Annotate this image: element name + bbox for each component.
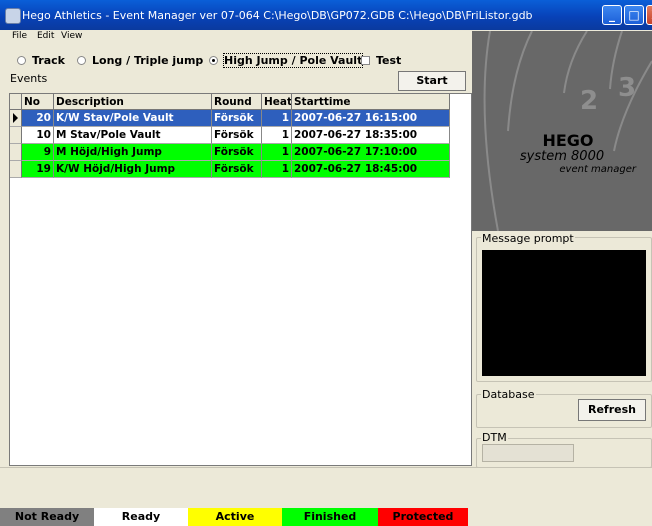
maximize-icon: □ [628,8,640,22]
window-title: Hego Athletics - Event Manager ver 07-06… [22,9,533,22]
option-long-triple[interactable]: Long / Triple jump [77,52,203,68]
column-header-description[interactable]: Description [54,94,212,110]
events-label: Events [10,72,48,85]
status-legend-active: Active [188,508,282,526]
cell-starttime: 2007-06-27 16:15:00 [292,110,450,127]
table-row[interactable]: 9M Höjd/High Jump Försök 1 2007-06-27 17:10… [10,144,450,161]
cell-round: Försök [212,144,262,161]
row-indicator[interactable] [10,144,22,161]
cell-description: K/W Höjd/High Jump [54,161,212,178]
status-legend-ready: Ready [94,508,188,526]
high-pole-radio[interactable] [209,55,218,65]
cell-round: Försök [212,127,262,144]
logo-brand: HEGO [542,131,594,150]
cell-starttime: 2007-06-27 18:35:00 [292,127,450,144]
option-test[interactable]: Test [361,52,401,68]
row-indicator[interactable] [10,110,22,127]
bottom-separator [0,467,652,468]
cell-round: Försök [212,161,262,178]
long-triple-label: Long / Triple jump [92,53,204,67]
track-label: Track [32,53,65,67]
status-legend-protected: Protected [378,508,468,526]
track-radio[interactable] [17,55,26,65]
logo-tagline: event manager [559,164,636,175]
table-row[interactable]: 20 K/W Stav/Pole Vault Försök 1 2007-06-27 1… [10,110,450,127]
column-header-round[interactable]: Round [212,94,262,110]
test-checkbox[interactable] [361,55,370,65]
dtm-field[interactable] [482,444,574,462]
cell-description: M Stav/Pole Vault [54,127,212,144]
database-label: Database [481,388,536,401]
long-triple-radio[interactable] [77,55,86,65]
row-indicator[interactable] [10,127,22,144]
status-legend-not-ready: Not Ready [0,508,94,526]
cell-no: 10 [22,127,54,144]
events-grid[interactable]: No Description Round Heat Starttime 20 K/… [9,93,472,466]
minimize-icon: _ [609,8,615,22]
close-icon: X [647,6,652,24]
close-button[interactable]: X [646,5,652,25]
lane-number-2: 2 [580,86,599,116]
cell-no: 9 [22,144,54,161]
maximize-button[interactable]: □ [624,5,644,25]
menu-view[interactable]: View [61,31,82,41]
option-track[interactable]: Track [17,52,65,68]
hego-logo: 2 3 HEGO system 8000 event manager [472,31,652,231]
message-prompt-display [482,250,646,376]
test-label: Test [376,53,402,67]
lane-number-3: 3 [618,73,637,103]
high-pole-label: High Jump / Pole Vault [222,52,364,68]
cell-no: 19 [22,161,54,178]
row-indicator[interactable] [10,161,22,178]
cell-heat: 1 [262,161,292,178]
cell-round: Försök [212,110,262,127]
dtm-label: DTM [481,431,508,444]
table-row[interactable]: 10 M Stav/Pole Vault Försök 1 2007-06-27 18:… [10,127,450,144]
column-header-no[interactable]: No [22,94,54,110]
cell-no: 20 [22,110,54,127]
refresh-button[interactable]: Refresh [578,399,646,421]
minimize-button[interactable]: _ [602,5,622,25]
status-legend: Not Ready Ready Active Finished Protected [0,508,652,526]
cell-starttime: 2007-06-27 17:10:00 [292,144,450,161]
app-icon[interactable] [5,8,21,24]
menu-edit[interactable]: Edit [37,31,54,41]
start-event-button[interactable]: Start event [398,71,466,105]
cell-heat: 1 [262,110,292,127]
title-bar: Hego Athletics - Event Manager ver 07-06… [0,0,652,30]
cell-description: M Höjd/High Jump [54,144,212,161]
message-prompt-label: Message prompt [481,232,575,245]
menu-file[interactable]: File [12,31,27,41]
header-indicator-cell [10,94,22,110]
cell-heat: 1 [262,127,292,144]
column-header-heat[interactable]: Heat [262,94,292,110]
current-row-arrow-icon [13,113,18,123]
option-high-pole[interactable]: High Jump / Pole Vault [209,52,364,68]
cell-heat: 1 [262,144,292,161]
status-legend-finished: Finished [282,508,378,526]
column-header-starttime[interactable]: Starttime [292,94,450,110]
grid-header: No Description Round Heat Starttime [10,94,450,110]
table-row[interactable]: 19 K/W Höjd/High Jump Försök 1 2007-06-27 18… [10,161,450,178]
logo-subtitle: system 8000 [519,149,605,164]
cell-description: K/W Stav/Pole Vault [54,110,212,127]
cell-starttime: 2007-06-27 18:45:00 [292,161,450,178]
